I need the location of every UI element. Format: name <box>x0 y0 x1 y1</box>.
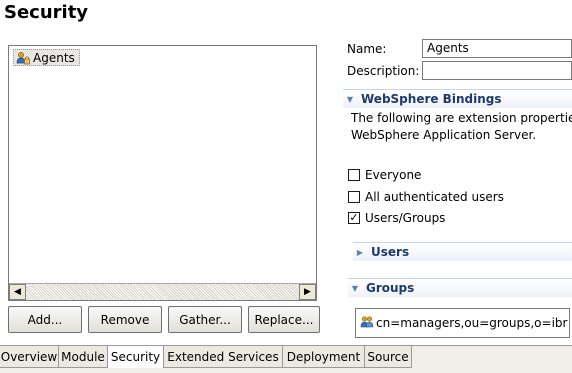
editor-tab-bar: Overview Module Security Extended Servic… <box>0 345 572 373</box>
checkbox-box[interactable] <box>348 191 360 203</box>
remove-button[interactable]: Remove <box>88 306 162 333</box>
tab-overview[interactable]: Overview <box>0 346 59 368</box>
expand-triangle-icon[interactable]: ▶ <box>355 248 365 257</box>
collapse-triangle-icon[interactable]: ▼ <box>345 95 355 104</box>
bindings-description-line1: The following are extension properties <box>351 111 572 125</box>
groups-section[interactable]: ▼ Groups <box>348 278 572 297</box>
scroll-left-icon[interactable]: ◀ <box>9 284 26 300</box>
security-roles-list[interactable]: Agents ◀ ▶ <box>8 45 317 301</box>
list-item-label: Agents <box>33 50 75 65</box>
checkbox-label: Users/Groups <box>365 211 446 225</box>
checkbox-label: Everyone <box>365 168 422 182</box>
checkbox-label: All authenticated users <box>365 190 504 204</box>
section-title: WebSphere Bindings <box>361 92 502 106</box>
checkmark-icon[interactable]: ✓ <box>348 212 360 224</box>
tab-module[interactable]: Module <box>59 346 108 368</box>
websphere-bindings-section[interactable]: ▼ WebSphere Bindings <box>343 89 572 108</box>
section-title: Groups <box>366 281 415 295</box>
gather-button[interactable]: Gather... <box>168 306 242 333</box>
replace-button[interactable]: Replace... <box>248 306 320 333</box>
section-title: Users <box>371 245 410 259</box>
name-label: Name: <box>347 42 387 56</box>
tab-source[interactable]: Source <box>365 346 412 368</box>
description-label: Description: <box>347 64 420 78</box>
users-groups-checkbox[interactable]: ✓ Users/Groups <box>348 211 445 225</box>
scroll-right-icon[interactable]: ▶ <box>299 284 316 300</box>
group-entry[interactable]: cn=managers,ou=groups,o=ibr <box>376 316 567 330</box>
everyone-checkbox[interactable]: Everyone <box>348 168 421 182</box>
tab-deployment[interactable]: Deployment <box>283 346 365 368</box>
description-field[interactable] <box>422 61 572 80</box>
bindings-description-line2: WebSphere Application Server. <box>351 128 537 142</box>
role-action-buttons: Add... Remove Gather... Replace... <box>8 306 320 333</box>
groups-list[interactable]: cn=managers,ou=groups,o=ibr <box>355 308 570 338</box>
checkbox-box[interactable] <box>348 169 360 181</box>
tab-security[interactable]: Security <box>108 346 164 368</box>
list-item-agents[interactable]: Agents <box>13 49 80 66</box>
page-title: Security <box>4 2 89 23</box>
add-button[interactable]: Add... <box>8 306 82 333</box>
name-field[interactable]: Agents <box>422 39 572 58</box>
tab-extended-services[interactable]: Extended Services <box>164 346 283 368</box>
collapse-triangle-icon[interactable]: ▼ <box>350 284 360 293</box>
group-icon <box>360 315 374 332</box>
users-section[interactable]: ▶ Users <box>353 242 572 261</box>
all-authenticated-checkbox[interactable]: All authenticated users <box>348 190 504 204</box>
role-user-icon <box>16 51 30 65</box>
horizontal-scrollbar[interactable]: ◀ ▶ <box>9 283 316 300</box>
scroll-track[interactable] <box>26 284 299 300</box>
